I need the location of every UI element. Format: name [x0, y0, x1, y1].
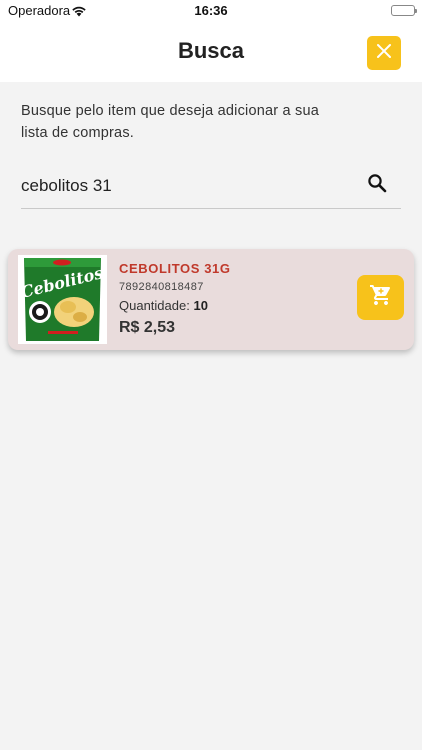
search-icon	[367, 173, 387, 198]
battery-icon	[391, 5, 417, 16]
page-title: Busca	[177, 38, 245, 63]
cart-icon	[369, 283, 393, 312]
status-bar: Operadora 16:36	[0, 0, 422, 22]
header: Busca	[0, 22, 422, 82]
product-barcode: 7892840818487	[119, 281, 204, 293]
search-button[interactable]	[364, 172, 390, 198]
product-price: R$ 2,53	[119, 319, 176, 336]
product-quantity: Quantidade: 10	[119, 298, 208, 313]
product-card[interactable]: Cebolitos CEBOLITOS 31G 7892840818487 Qu…	[8, 249, 414, 350]
close-icon	[376, 43, 392, 64]
clock: 16:36	[194, 3, 228, 18]
search-input[interactable]	[21, 172, 351, 200]
product-name: CEBOLITOS 31G	[119, 261, 231, 276]
quantity-label: Quantidade:	[119, 298, 190, 313]
add-to-cart-button[interactable]	[357, 275, 404, 320]
product-image: Cebolitos	[18, 255, 107, 344]
search-instruction: Busque pelo item que deseja adicionar a …	[21, 103, 319, 141]
search-field	[21, 166, 401, 209]
close-button[interactable]	[367, 36, 401, 70]
quantity-value: 10	[193, 298, 208, 313]
